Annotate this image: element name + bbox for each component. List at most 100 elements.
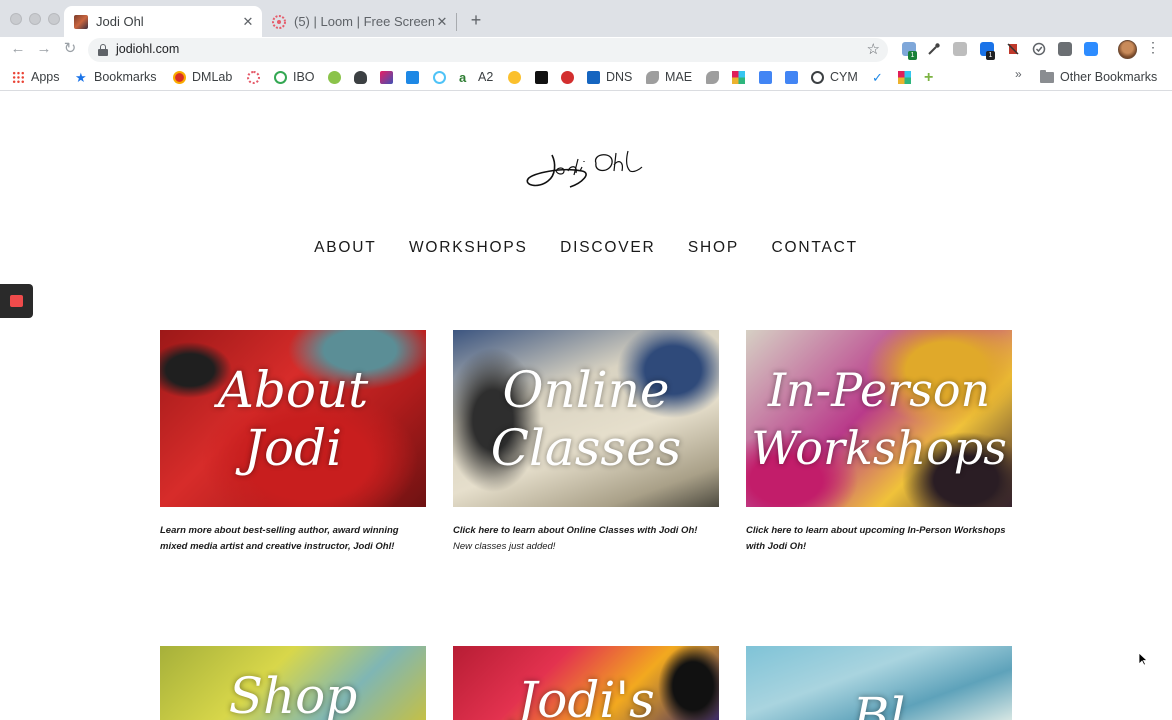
- apps-grid-icon: [12, 70, 25, 84]
- tab-title: Jodi Ohl: [96, 14, 144, 29]
- mouse-cursor-icon: [1138, 652, 1148, 666]
- tab-separator: [456, 13, 457, 31]
- slack-icon: [898, 70, 911, 84]
- nav-shop[interactable]: SHOP: [688, 239, 739, 256]
- nav-contact[interactable]: CONTACT: [772, 239, 858, 256]
- extension-badge: 1: [986, 51, 995, 60]
- extension-icon[interactable]: [1058, 42, 1072, 56]
- bookmark-mae[interactable]: MAE: [646, 68, 692, 86]
- bookmark-bookmarks[interactable]: ★ Bookmarks: [75, 68, 157, 86]
- bookmark-slack[interactable]: [898, 68, 917, 86]
- card-title-line: In-Person: [767, 363, 991, 417]
- extension-badge: 1: [908, 51, 917, 60]
- tab-loom[interactable]: (5) | Loom | Free Screen ✕: [262, 6, 456, 37]
- card-blog[interactable]: Bl: [746, 646, 1012, 720]
- eyedropper-icon[interactable]: [927, 42, 941, 56]
- close-window-button[interactable]: [10, 13, 22, 25]
- octopus-icon: [354, 70, 367, 84]
- card-shop[interactable]: Shop: [160, 646, 426, 720]
- card-title-line: Bl: [852, 687, 906, 720]
- card-description[interactable]: Click here to learn about upcoming In-Pe…: [746, 523, 1012, 555]
- w-icon: [561, 70, 574, 84]
- bookmark-slack[interactable]: [732, 68, 751, 86]
- card-image[interactable]: About Jodi: [160, 330, 426, 507]
- ibo-icon: [274, 70, 287, 84]
- nav-about[interactable]: ABOUT: [314, 239, 376, 256]
- card-online-classes[interactable]: Online Classes Click here to learn about…: [453, 330, 719, 555]
- tab-strip: Jodi Ohl ✕ (5) | Loom | Free Screen ✕ +: [0, 0, 1172, 37]
- bookmark-arrow[interactable]: [406, 68, 425, 86]
- record-stop-icon: [10, 295, 23, 307]
- card-description[interactable]: Learn more about best-selling author, aw…: [160, 523, 426, 555]
- bookmark-loom[interactable]: [247, 68, 266, 86]
- card-jodis[interactable]: Jodi's: [453, 646, 719, 720]
- close-tab-icon[interactable]: ✕: [240, 14, 256, 30]
- bookmark-star-icon[interactable]: ☆: [867, 40, 880, 58]
- a2-icon: a: [459, 69, 467, 85]
- loom-record-button[interactable]: [0, 284, 33, 318]
- bookmark-doc[interactable]: [785, 68, 804, 86]
- bookmark-dns[interactable]: DNS: [587, 68, 632, 86]
- nav-workshops[interactable]: WORKSHOPS: [409, 239, 528, 256]
- new-tab-button[interactable]: +: [466, 9, 486, 31]
- bookmark-leaf[interactable]: [706, 68, 725, 86]
- card-in-person-workshops[interactable]: In-Person Workshops Click here to learn …: [746, 330, 1012, 555]
- star-icon: ★: [75, 69, 87, 85]
- bookmark-apps[interactable]: Apps: [12, 68, 60, 86]
- card-title-line: Jodi's: [517, 671, 655, 720]
- extension-icon[interactable]: [1006, 42, 1020, 56]
- card-image[interactable]: Online Classes: [453, 330, 719, 507]
- menu-dots-icon[interactable]: ⋮: [1146, 39, 1160, 56]
- bookmark-square[interactable]: [380, 68, 399, 86]
- bookmark-tick[interactable]: ✓: [872, 68, 891, 86]
- g-icon: [535, 70, 548, 84]
- jodi-ohl-signature-logo[interactable]: [522, 149, 654, 195]
- minimize-window-button[interactable]: [29, 13, 41, 25]
- bookmark-circle[interactable]: [433, 68, 452, 86]
- bookmark-coin[interactable]: [508, 68, 527, 86]
- bookmark-w[interactable]: [561, 68, 580, 86]
- bookmark-v[interactable]: [328, 68, 347, 86]
- other-bookmarks[interactable]: Other Bookmarks: [1040, 68, 1157, 86]
- card-image[interactable]: Shop: [160, 646, 426, 720]
- zoom-icon[interactable]: [1084, 42, 1098, 56]
- bookmark-dmlab[interactable]: DMLab: [173, 68, 232, 86]
- check-circle-icon[interactable]: [1032, 42, 1046, 56]
- arrow-icon: [406, 70, 419, 84]
- card-image[interactable]: Bl: [746, 646, 1012, 720]
- nav-discover[interactable]: DISCOVER: [560, 239, 655, 256]
- avatar[interactable]: [1118, 40, 1137, 59]
- painting-favicon-icon: [74, 14, 88, 29]
- extension-icon[interactable]: [953, 42, 967, 56]
- page-content: ABOUT WORKSHOPS DISCOVER SHOP CONTACT Ab…: [0, 91, 1172, 720]
- bookmark-cym[interactable]: CYM: [811, 68, 858, 86]
- address-bar[interactable]: jodiohl.com ☆: [88, 38, 888, 62]
- reload-icon[interactable]: ↻: [60, 39, 80, 59]
- doc-icon: [759, 70, 772, 84]
- main-nav: ABOUT WORKSHOPS DISCOVER SHOP CONTACT: [0, 239, 1172, 257]
- card-image[interactable]: Jodi's: [453, 646, 719, 720]
- dmlab-icon: [173, 70, 186, 84]
- coin-icon: [508, 70, 521, 84]
- card-about-jodi[interactable]: About Jodi Learn more about best-selling…: [160, 330, 426, 555]
- tab-jodi-ohl[interactable]: Jodi Ohl ✕: [64, 6, 262, 37]
- v-icon: [328, 70, 341, 84]
- url-text: jodiohl.com: [116, 42, 180, 56]
- bookmark-ibo[interactable]: IBO: [274, 68, 315, 86]
- bookmark-plus[interactable]: +: [924, 68, 943, 86]
- back-arrow-icon[interactable]: ←: [8, 39, 28, 59]
- loom-favicon-icon: [272, 14, 286, 29]
- doc-icon: [785, 70, 798, 84]
- bookmark-doc[interactable]: [759, 68, 778, 86]
- bookmark-octopus[interactable]: [354, 68, 373, 86]
- card-description[interactable]: Click here to learn about Online Classes…: [453, 523, 719, 555]
- mae-icon: [646, 70, 659, 84]
- card-title-line: Shop: [228, 667, 358, 720]
- more-bookmarks-chevron-icon[interactable]: »: [1015, 67, 1022, 81]
- bookmark-g[interactable]: [535, 68, 554, 86]
- card-image[interactable]: In-Person Workshops: [746, 330, 1012, 507]
- zoom-window-button[interactable]: [48, 13, 60, 25]
- bookmark-a2[interactable]: a A2: [459, 68, 493, 86]
- close-tab-icon[interactable]: ✕: [434, 14, 450, 30]
- forward-arrow-icon[interactable]: →: [34, 39, 54, 59]
